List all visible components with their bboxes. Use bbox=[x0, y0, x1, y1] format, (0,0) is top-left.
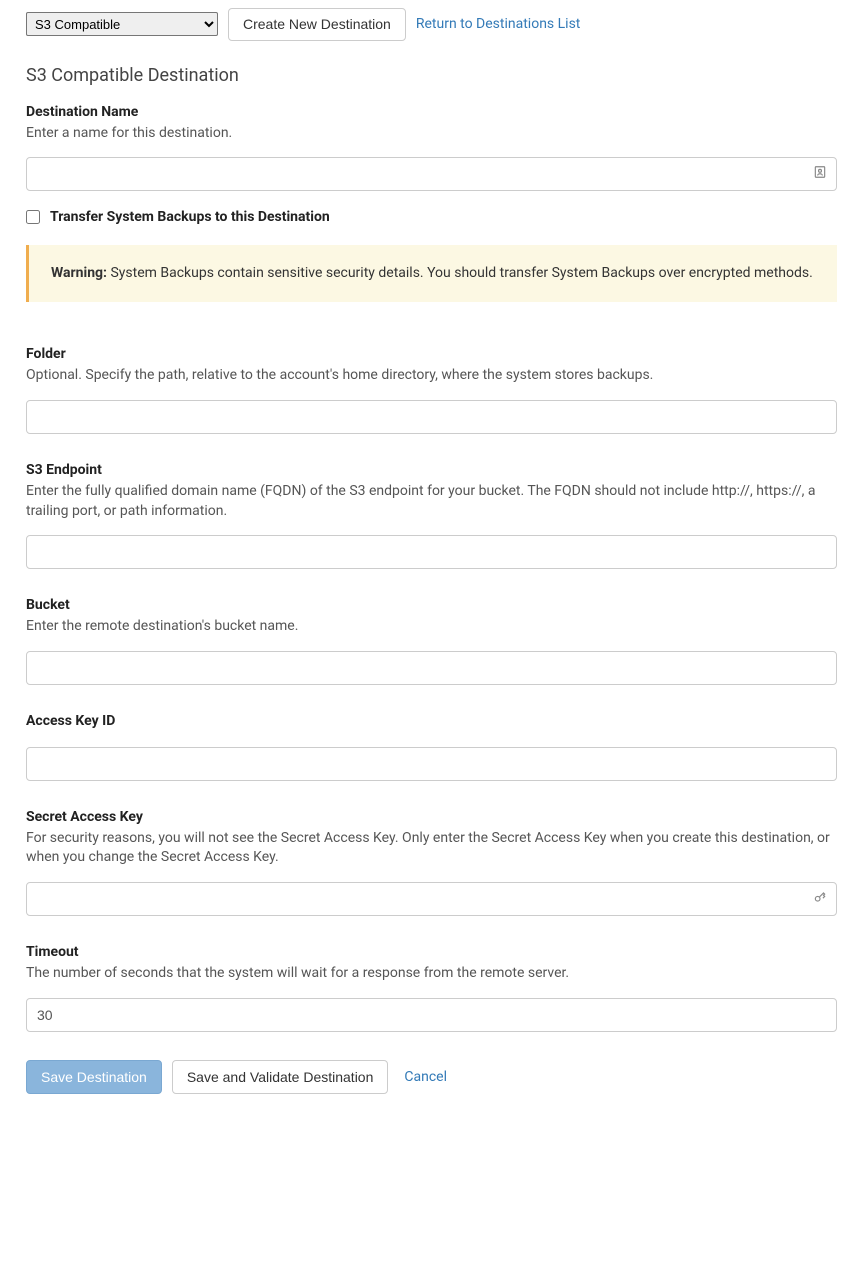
warning-prefix: Warning: bbox=[51, 265, 107, 281]
field-transfer-backups: Transfer System Backups to this Destinat… bbox=[26, 209, 837, 225]
field-destination-name: Destination Name Enter a name for this d… bbox=[26, 104, 837, 192]
timeout-input[interactable] bbox=[26, 998, 837, 1032]
destination-name-help: Enter a name for this destination. bbox=[26, 124, 837, 144]
secret-key-help: For security reasons, you will not see t… bbox=[26, 829, 837, 868]
destination-name-input[interactable] bbox=[26, 157, 837, 191]
s3-endpoint-label: S3 Endpoint bbox=[26, 462, 837, 478]
access-key-input[interactable] bbox=[26, 747, 837, 781]
save-destination-button[interactable]: Save Destination bbox=[26, 1060, 162, 1094]
action-buttons: Save Destination Save and Validate Desti… bbox=[26, 1060, 837, 1094]
folder-help: Optional. Specify the path, relative to … bbox=[26, 366, 837, 386]
folder-label: Folder bbox=[26, 346, 837, 362]
field-folder: Folder Optional. Specify the path, relat… bbox=[26, 346, 837, 434]
cancel-link[interactable]: Cancel bbox=[398, 1061, 453, 1093]
create-destination-button[interactable]: Create New Destination bbox=[228, 8, 406, 41]
access-key-label: Access Key ID bbox=[26, 713, 837, 729]
field-s3-endpoint: S3 Endpoint Enter the fully qualified do… bbox=[26, 462, 837, 569]
transfer-backups-label: Transfer System Backups to this Destinat… bbox=[50, 209, 330, 225]
timeout-help: The number of seconds that the system wi… bbox=[26, 964, 837, 984]
secret-key-label: Secret Access Key bbox=[26, 809, 837, 825]
s3-endpoint-input[interactable] bbox=[26, 535, 837, 569]
bucket-help: Enter the remote destination's bucket na… bbox=[26, 617, 837, 637]
timeout-label: Timeout bbox=[26, 944, 837, 960]
destination-type-select[interactable]: S3 Compatible bbox=[26, 12, 218, 36]
return-destinations-link[interactable]: Return to Destinations List bbox=[416, 16, 581, 32]
warning-text: System Backups contain sensitive securit… bbox=[107, 265, 813, 281]
field-bucket: Bucket Enter the remote destination's bu… bbox=[26, 597, 837, 685]
save-validate-button[interactable]: Save and Validate Destination bbox=[172, 1060, 389, 1094]
s3-endpoint-help: Enter the fully qualified domain name (F… bbox=[26, 482, 837, 521]
bucket-input[interactable] bbox=[26, 651, 837, 685]
bucket-label: Bucket bbox=[26, 597, 837, 613]
field-secret-key: Secret Access Key For security reasons, … bbox=[26, 809, 837, 916]
warning-alert: Warning: System Backups contain sensitiv… bbox=[26, 245, 837, 302]
secret-key-input[interactable] bbox=[26, 882, 837, 916]
folder-input[interactable] bbox=[26, 400, 837, 434]
page-title: S3 Compatible Destination bbox=[26, 65, 837, 86]
top-toolbar: S3 Compatible Create New Destination Ret… bbox=[26, 8, 837, 41]
destination-name-label: Destination Name bbox=[26, 104, 837, 120]
transfer-backups-checkbox[interactable] bbox=[26, 210, 40, 224]
field-timeout: Timeout The number of seconds that the s… bbox=[26, 944, 837, 1032]
field-access-key: Access Key ID bbox=[26, 713, 837, 781]
